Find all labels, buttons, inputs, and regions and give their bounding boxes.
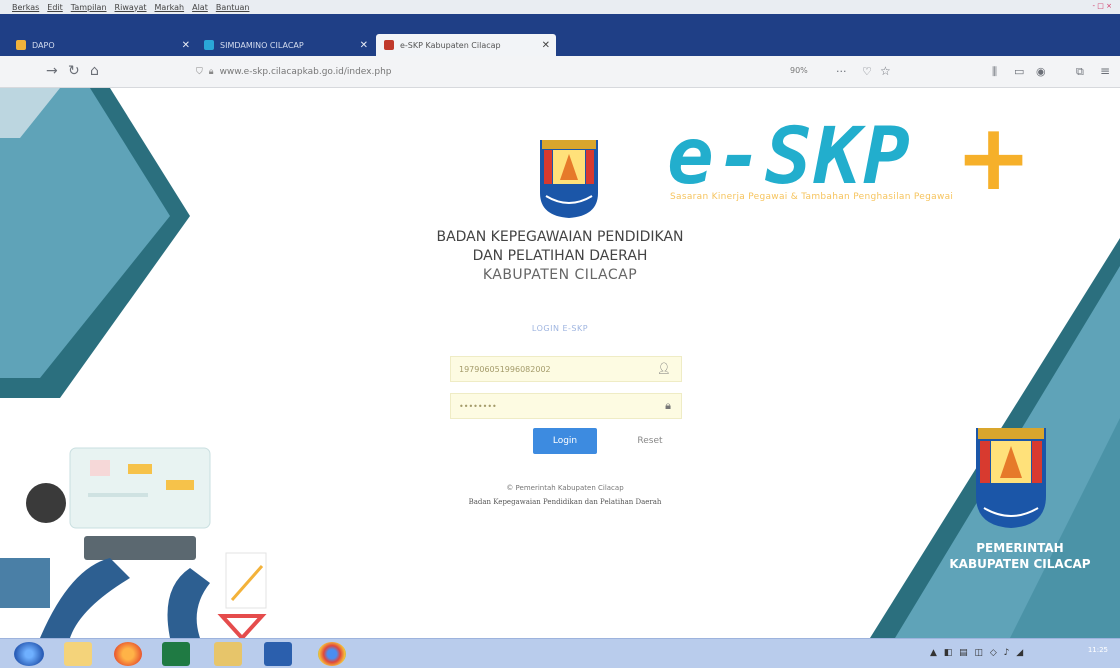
organization-line-1: BADAN KEPEGAWAIAN PENDIDIKAN [436,229,684,245]
back-arrow-icon[interactable]: → [46,63,58,79]
browser-navbar: → ↻ ⌂ ⛉ 🔒︎ www.e-skp.cilacapkab.go.id/in… [0,56,1120,88]
start-button[interactable] [14,642,44,666]
taskbar-folder-icon[interactable] [214,642,242,666]
close-tab-icon[interactable]: ✕ [542,40,550,51]
menu-history[interactable]: Riwayat [115,3,147,12]
organization-name: BADAN KEPEGAWAIAN PENDIDIKAN DAN PELATIH… [390,228,730,285]
taskbar-excel-icon[interactable] [162,642,190,666]
library-icon[interactable]: ⫼ [992,65,997,79]
sidebar-icon[interactable]: ▭ [1014,65,1024,78]
menu-view[interactable]: Tampilan [71,3,107,12]
corner-crest-logo [976,428,1046,528]
menu-hamburger-icon[interactable]: ≡ [1100,64,1110,78]
shield-icon: ⛉ [196,67,203,77]
login-button[interactable]: Login [533,428,597,454]
footer-agency: Badan Kepegawaian Pendidikan dan Pelatih… [468,498,662,506]
taskbar-explorer-icon[interactable] [64,642,92,666]
reset-button[interactable]: Reset [628,432,672,450]
taskbar-chrome-icon[interactable] [318,642,346,666]
page-actions-icon[interactable]: ··· [836,65,847,78]
menu-file[interactable]: Berkas [12,3,39,12]
login-title: LOGIN E-SKP [531,324,589,333]
simdamino-favicon-icon [204,40,214,50]
eskp-logo-plus: + [955,104,1033,211]
menu-help[interactable]: Bantuan [216,3,250,12]
menu-tools[interactable]: Alat [192,3,208,12]
tab-dapo[interactable]: DAPO ✕ [8,34,196,56]
password-value[interactable]: •••••••• [459,402,497,411]
organization-line-3: KABUPATEN CILACAP [482,267,638,283]
footer-copyright: © Pemerintah Kabupaten Cilacap [506,484,624,492]
eskp-favicon-icon [384,40,394,50]
username-field[interactable]: 197906051996082002 👤︎ [450,356,682,382]
government-label-line-2: KABUPATEN CILACAP [949,557,1091,571]
system-tray[interactable]: ▲ ◧ ▤ ◫ ◇ ♪ ◢ [930,648,1025,658]
bookmark-star-icon[interactable]: ☆ [880,64,891,78]
username-value[interactable]: 197906051996082002 [459,365,551,374]
center-crest-logo [540,140,598,218]
government-label: PEMERINTAH KABUPATEN CILACAP [920,540,1120,572]
login-page: e-SKP + Sasaran Kinerja Pegawai & Tambah… [0,88,1120,638]
home-icon[interactable]: ⌂ [90,63,99,79]
address-url[interactable]: www.e-skp.cilacapkab.go.id/index.php [220,67,392,77]
tab-label: SIMDAMINO CILACAP [220,40,304,50]
password-field[interactable]: •••••••• 🔒︎ [450,393,682,419]
pocket-icon[interactable]: ♡ [862,65,872,78]
lock-icon: 🔒︎ [665,399,671,412]
taskbar-word-icon[interactable] [264,642,292,666]
extension-icon[interactable]: ⧉ [1076,65,1084,79]
browser-tabbar: DAPO ✕ SIMDAMINO CILACAP ✕ e-SKP Kabupat… [0,14,1120,56]
windows-taskbar: ▲ ◧ ▤ ◫ ◇ ♪ ◢ 11:25 [0,638,1120,668]
organization-line-2: DAN PELATIHAN DAERAH [472,248,648,264]
tab-simdamino[interactable]: SIMDAMINO CILACAP ✕ [196,34,374,56]
zoom-level[interactable]: 90% [790,66,808,75]
close-tab-icon[interactable]: ✕ [182,40,190,51]
tab-label: DAPO [32,40,55,50]
reload-icon[interactable]: ↻ [68,63,80,79]
tab-eskp[interactable]: e-SKP Kabupaten Cilacap ✕ [376,34,556,56]
user-icon: 👤︎ [657,362,671,375]
eskp-logo-title: e-SKP [667,112,912,202]
tab-label: e-SKP Kabupaten Cilacap [400,40,501,50]
taskbar-firefox-icon[interactable] [114,642,142,666]
close-tab-icon[interactable]: ✕ [360,40,368,51]
window-controls[interactable]: - □ × [1093,2,1112,10]
dapo-favicon-icon [16,40,26,50]
government-label-line-1: PEMERINTAH [976,541,1064,555]
menu-edit[interactable]: Edit [47,3,63,12]
lock-icon: 🔒︎ [208,67,214,77]
taskbar-clock[interactable]: 11:25 [1088,646,1108,655]
menu-bookmarks[interactable]: Markah [155,3,185,12]
browser-menubar: Berkas Edit Tampilan Riwayat Markah Alat… [0,0,1120,14]
account-icon[interactable]: ◉ [1036,65,1046,78]
eskp-logo-subtitle: Sasaran Kinerja Pegawai & Tambahan Pengh… [670,192,954,202]
desk-illustration [0,447,267,638]
